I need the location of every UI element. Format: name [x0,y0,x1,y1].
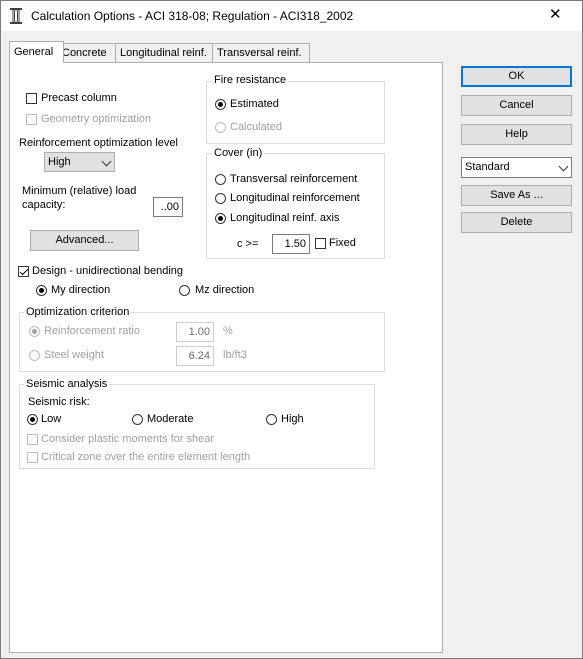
plastic-moments-checkbox[interactable] [27,434,38,445]
title-bar: Calculation Options - ACI 318-08; Regula… [1,1,582,31]
save-as-button[interactable]: Save As ... [461,185,572,206]
my-direction-label: My direction [51,284,111,296]
advanced-button-label: Advanced... [55,234,114,246]
steel-weight-value: 6.24 [188,350,210,362]
cover-transversal-label: Transversal reinforcement [230,173,358,185]
geometry-optimization-label: Geometry optimization [41,113,152,125]
min-load-value: ..00 [160,201,179,213]
steel-weight-unit: lb/ft3 [223,349,247,361]
reinf-opt-level-select[interactable]: High [44,152,115,172]
steel-weight-label: Steel weight [44,349,104,361]
critical-zone-label: Critical zone over the entire element le… [41,451,251,463]
reinf-opt-level-value: High [48,156,71,168]
cover-c-input[interactable]: 1.50 [272,234,310,254]
seismic-analysis-title: Seismic analysis [24,378,110,390]
fire-estimated-label: Estimated [230,98,279,110]
cancel-button[interactable]: Cancel [461,95,572,116]
fire-resistance-group [206,81,385,144]
geometry-optimization-checkbox[interactable] [26,114,37,125]
fire-calculated-label: Calculated [230,121,282,133]
general-tab-panel: Precast column Geometry optimization Rei… [9,62,443,653]
cover-axis-radio[interactable] [215,213,226,224]
fire-calculated-radio[interactable] [215,122,226,133]
cover-fixed-checkbox[interactable] [315,238,326,249]
delete-button-label: Delete [500,216,533,228]
ok-button[interactable]: OK [461,66,572,87]
cover-title: Cover (in) [212,147,265,159]
steel-weight-radio[interactable] [29,350,40,361]
plastic-moments-label: Consider plastic moments for shear [41,433,215,445]
cancel-button-label: Cancel [499,99,534,111]
help-button-label: Help [505,128,528,140]
fire-resistance-title: Fire resistance [212,74,289,86]
seismic-risk-label: Seismic risk: [28,396,90,408]
cover-c-label: c >= [237,238,259,250]
critical-zone-checkbox[interactable] [27,452,38,463]
window-title: Calculation Options - ACI 318-08; Regula… [31,9,354,23]
chevron-down-icon [558,161,569,172]
reinf-ratio-radio[interactable] [29,326,40,337]
reinf-opt-level-label: Reinforcement optimization level [19,137,178,149]
chevron-down-icon [101,156,112,167]
min-load-input[interactable]: ..00 [153,197,183,217]
preset-select[interactable]: Standard [461,157,572,178]
my-direction-radio[interactable] [36,285,47,296]
preset-value: Standard [465,161,510,173]
cover-fixed-label: Fixed [329,237,356,249]
tab-label: Longitudinal reinf. [120,47,207,59]
close-icon[interactable]: ✕ [549,7,562,23]
cover-transversal-radio[interactable] [215,174,226,185]
tab-longitudinal-reinf[interactable]: Longitudinal reinf. [115,43,217,62]
precast-column-label: Precast column [41,92,117,104]
cover-longitudinal-label: Longitudinal reinforcement [230,192,360,204]
dialog-window: Calculation Options - ACI 318-08; Regula… [0,0,583,659]
reinf-ratio-label: Reinforcement ratio [44,325,140,337]
optimization-criterion-title: Optimization criterion [24,306,132,318]
tab-general[interactable]: General [9,41,64,63]
seismic-moderate-label: Moderate [147,413,194,425]
seismic-high-radio[interactable] [266,414,277,425]
mz-direction-label: Mz direction [195,284,255,296]
cover-longitudinal-radio[interactable] [215,193,226,204]
tab-label: Concrete [62,47,107,59]
seismic-low-radio[interactable] [27,414,38,425]
cover-axis-label: Longitudinal reinf. axis [230,212,340,224]
tab-label: General [14,46,54,58]
min-load-label-2: capacity: [22,199,66,211]
min-load-label: Minimum (relative) load [22,185,137,197]
advanced-button[interactable]: Advanced... [30,230,139,251]
ok-button-label: OK [508,70,525,82]
seismic-moderate-radio[interactable] [132,414,143,425]
help-button[interactable]: Help [461,124,572,145]
tab-label: Transversal reinf. [217,47,302,59]
seismic-low-label: Low [41,413,62,425]
reinf-ratio-input[interactable]: 1.00 [176,322,214,342]
delete-button[interactable]: Delete [461,212,572,233]
mz-direction-radio[interactable] [179,285,190,296]
precast-column-checkbox[interactable] [26,93,37,104]
steel-weight-input[interactable]: 6.24 [176,346,214,366]
design-unidirectional-checkbox[interactable] [18,266,29,277]
tab-transversal-reinf[interactable]: Transversal reinf. [212,43,310,62]
seismic-high-label: High [281,413,304,425]
save-as-button-label: Save As ... [490,189,543,201]
tab-concrete[interactable]: Concrete [57,43,118,62]
reinf-ratio-unit: % [223,325,233,337]
cover-c-value: 1.50 [284,238,306,250]
column-app-icon [10,8,22,24]
reinf-ratio-value: 1.00 [188,326,210,338]
design-unidirectional-label: Design - unidirectional bending [32,265,184,277]
fire-estimated-radio[interactable] [215,99,226,110]
